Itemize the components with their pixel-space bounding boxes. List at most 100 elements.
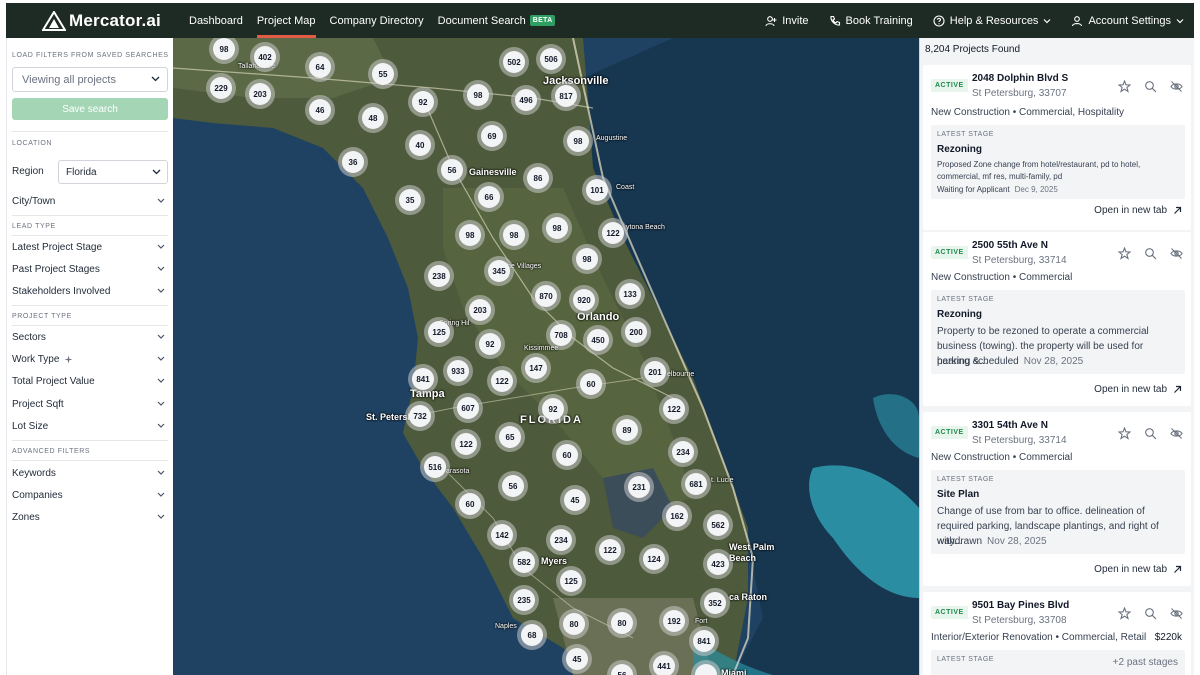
map-cluster-marker[interactable]: 201 <box>640 357 670 387</box>
map-cluster-marker[interactable]: 920 <box>569 285 599 315</box>
map-cluster-marker[interactable]: 36 <box>338 147 368 177</box>
nav-project-map[interactable]: Project Map <box>250 3 323 38</box>
map-cluster-marker[interactable]: 64 <box>305 52 335 82</box>
logo[interactable]: Mercator.ai <box>42 10 182 31</box>
map-cluster-marker[interactable]: 450 <box>583 325 613 355</box>
map-cluster-marker[interactable]: 732 <box>405 401 435 431</box>
map-cluster-marker[interactable]: 122 <box>451 429 481 459</box>
map-cluster-marker[interactable]: 124 <box>639 544 669 574</box>
map-cluster-marker[interactable]: 345 <box>484 256 514 286</box>
map-cluster-marker[interactable]: 582 <box>509 547 539 577</box>
map-cluster-marker[interactable]: 817 <box>551 81 581 111</box>
nav-document-search[interactable]: Document Search BETA <box>431 3 563 38</box>
map-cluster-marker[interactable]: 203 <box>465 295 495 325</box>
map-cluster-marker[interactable]: 60 <box>455 489 485 519</box>
map-cluster-marker[interactable]: 933 <box>443 356 473 386</box>
save-search-button[interactable]: Save search <box>12 98 168 120</box>
hide-icon[interactable] <box>1170 427 1183 440</box>
map-cluster-marker[interactable]: 352 <box>700 588 730 618</box>
filter-total-project-value[interactable]: Total Project Value <box>12 370 168 392</box>
map-cluster-marker[interactable]: 142 <box>487 520 517 550</box>
hide-icon[interactable] <box>1170 80 1183 93</box>
map-cluster-marker[interactable]: 69 <box>477 121 507 151</box>
map-cluster-marker[interactable]: 122 <box>595 535 625 565</box>
project-card[interactable]: ACTIVE 2048 Dolphin Blvd S St Petersburg… <box>923 65 1191 230</box>
map-cluster-marker[interactable]: 870 <box>531 281 561 311</box>
filter-city-town[interactable]: City/Town <box>12 190 168 212</box>
map-cluster-marker[interactable]: 708 <box>546 320 576 350</box>
map-cluster-marker[interactable]: 607 <box>453 393 483 423</box>
map-cluster-marker[interactable]: 86 <box>523 163 553 193</box>
map-cluster-marker[interactable]: 125 <box>424 317 454 347</box>
map-cluster-marker[interactable]: 506 <box>536 44 566 74</box>
project-card[interactable]: ACTIVE 2500 55th Ave N St Petersburg, 33… <box>923 232 1191 406</box>
map-cluster-marker[interactable]: 98 <box>499 220 529 250</box>
nav-dashboard[interactable]: Dashboard <box>182 3 250 38</box>
map-cluster-marker[interactable]: 80 <box>607 608 637 638</box>
map-cluster-marker[interactable]: 92 <box>408 87 438 117</box>
search-icon[interactable] <box>1144 247 1157 260</box>
map-cluster-marker[interactable]: 80 <box>559 609 589 639</box>
star-icon[interactable] <box>1118 607 1131 620</box>
filter-lot-size[interactable]: Lot Size <box>12 415 168 437</box>
search-icon[interactable] <box>1144 607 1157 620</box>
map-cluster-marker[interactable]: 562 <box>703 510 733 540</box>
map-cluster-marker[interactable]: 92 <box>538 394 568 424</box>
map-cluster-marker[interactable]: 55 <box>368 59 398 89</box>
filter-project-sqft[interactable]: Project Sqft <box>12 393 168 415</box>
project-card[interactable]: ACTIVE 3301 54th Ave N St Petersburg, 33… <box>923 412 1191 586</box>
map-cluster-marker[interactable]: 238 <box>424 261 454 291</box>
filter-keywords[interactable]: Keywords <box>12 462 168 484</box>
filter-latest-project-stage[interactable]: Latest Project Stage <box>12 236 168 258</box>
star-icon[interactable] <box>1118 247 1131 260</box>
map-cluster-marker[interactable]: 133 <box>615 279 645 309</box>
map-cluster-marker[interactable]: 45 <box>562 644 592 674</box>
map-cluster-marker[interactable]: 234 <box>546 525 576 555</box>
map-cluster-marker[interactable]: 98 <box>572 244 602 274</box>
map-cluster-marker[interactable]: 234 <box>668 437 698 467</box>
map-cluster-marker[interactable]: 147 <box>521 353 551 383</box>
map-cluster-marker[interactable]: 681 <box>681 469 711 499</box>
map-cluster-marker[interactable]: 60 <box>552 440 582 470</box>
region-select[interactable]: Florida <box>58 160 168 184</box>
search-icon[interactable] <box>1144 427 1157 440</box>
map-cluster-marker[interactable]: 66 <box>474 182 504 212</box>
map-cluster-marker[interactable]: 841 <box>689 626 719 656</box>
map-cluster-marker[interactable]: 98 <box>463 80 493 110</box>
map-cluster-marker[interactable]: 46 <box>305 95 335 125</box>
open-in-new-tab-link[interactable]: Open in new tab <box>1094 564 1182 575</box>
map-cluster-marker[interactable]: 98 <box>563 126 593 156</box>
map-cluster-marker[interactable]: 841 <box>408 364 438 394</box>
map-cluster-marker[interactable]: 235 <box>509 585 539 615</box>
nav-company-directory[interactable]: Company Directory <box>323 3 431 38</box>
help-resources-menu[interactable]: Help & Resources <box>923 15 1062 27</box>
book-training-button[interactable]: Book Training <box>819 15 923 27</box>
map-cluster-marker[interactable]: 122 <box>598 218 628 248</box>
filter-past-project-stages[interactable]: Past Project Stages <box>12 258 168 280</box>
invite-button[interactable]: Invite <box>755 15 818 27</box>
map-cluster-marker[interactable]: 203 <box>245 79 275 109</box>
map-cluster-marker[interactable]: 200 <box>621 317 651 347</box>
map-cluster-marker[interactable]: 35 <box>395 185 425 215</box>
map-cluster-marker[interactable]: 89 <box>612 415 642 445</box>
map-cluster-marker[interactable]: 402 <box>250 42 280 72</box>
filter-sectors[interactable]: Sectors <box>12 326 168 348</box>
map-cluster-marker[interactable]: 441 <box>649 651 679 675</box>
map-cluster-marker[interactable]: 122 <box>487 366 517 396</box>
map-cluster-marker[interactable]: 516 <box>420 452 450 482</box>
map-cluster-marker[interactable]: 98 <box>542 213 572 243</box>
map-cluster-marker[interactable]: 229 <box>206 73 236 103</box>
search-icon[interactable] <box>1144 80 1157 93</box>
map-cluster-marker[interactable]: 101 <box>582 175 612 205</box>
map-cluster-marker[interactable]: 60 <box>576 369 606 399</box>
map-cluster-marker[interactable]: 68 <box>517 620 547 650</box>
map-cluster-marker[interactable]: 98 <box>455 220 485 250</box>
map-cluster-marker[interactable]: 56 <box>498 471 528 501</box>
map-cluster-marker[interactable]: 40 <box>405 130 435 160</box>
filter-zones[interactable]: Zones <box>12 506 168 528</box>
hide-icon[interactable] <box>1170 247 1183 260</box>
map-cluster-marker[interactable]: 125 <box>556 566 586 596</box>
map-cluster-marker[interactable]: 162 <box>662 501 692 531</box>
project-card[interactable]: ACTIVE 9501 Bay Pines Blvd St Petersburg… <box>923 592 1191 675</box>
map-cluster-marker[interactable]: 48 <box>358 103 388 133</box>
